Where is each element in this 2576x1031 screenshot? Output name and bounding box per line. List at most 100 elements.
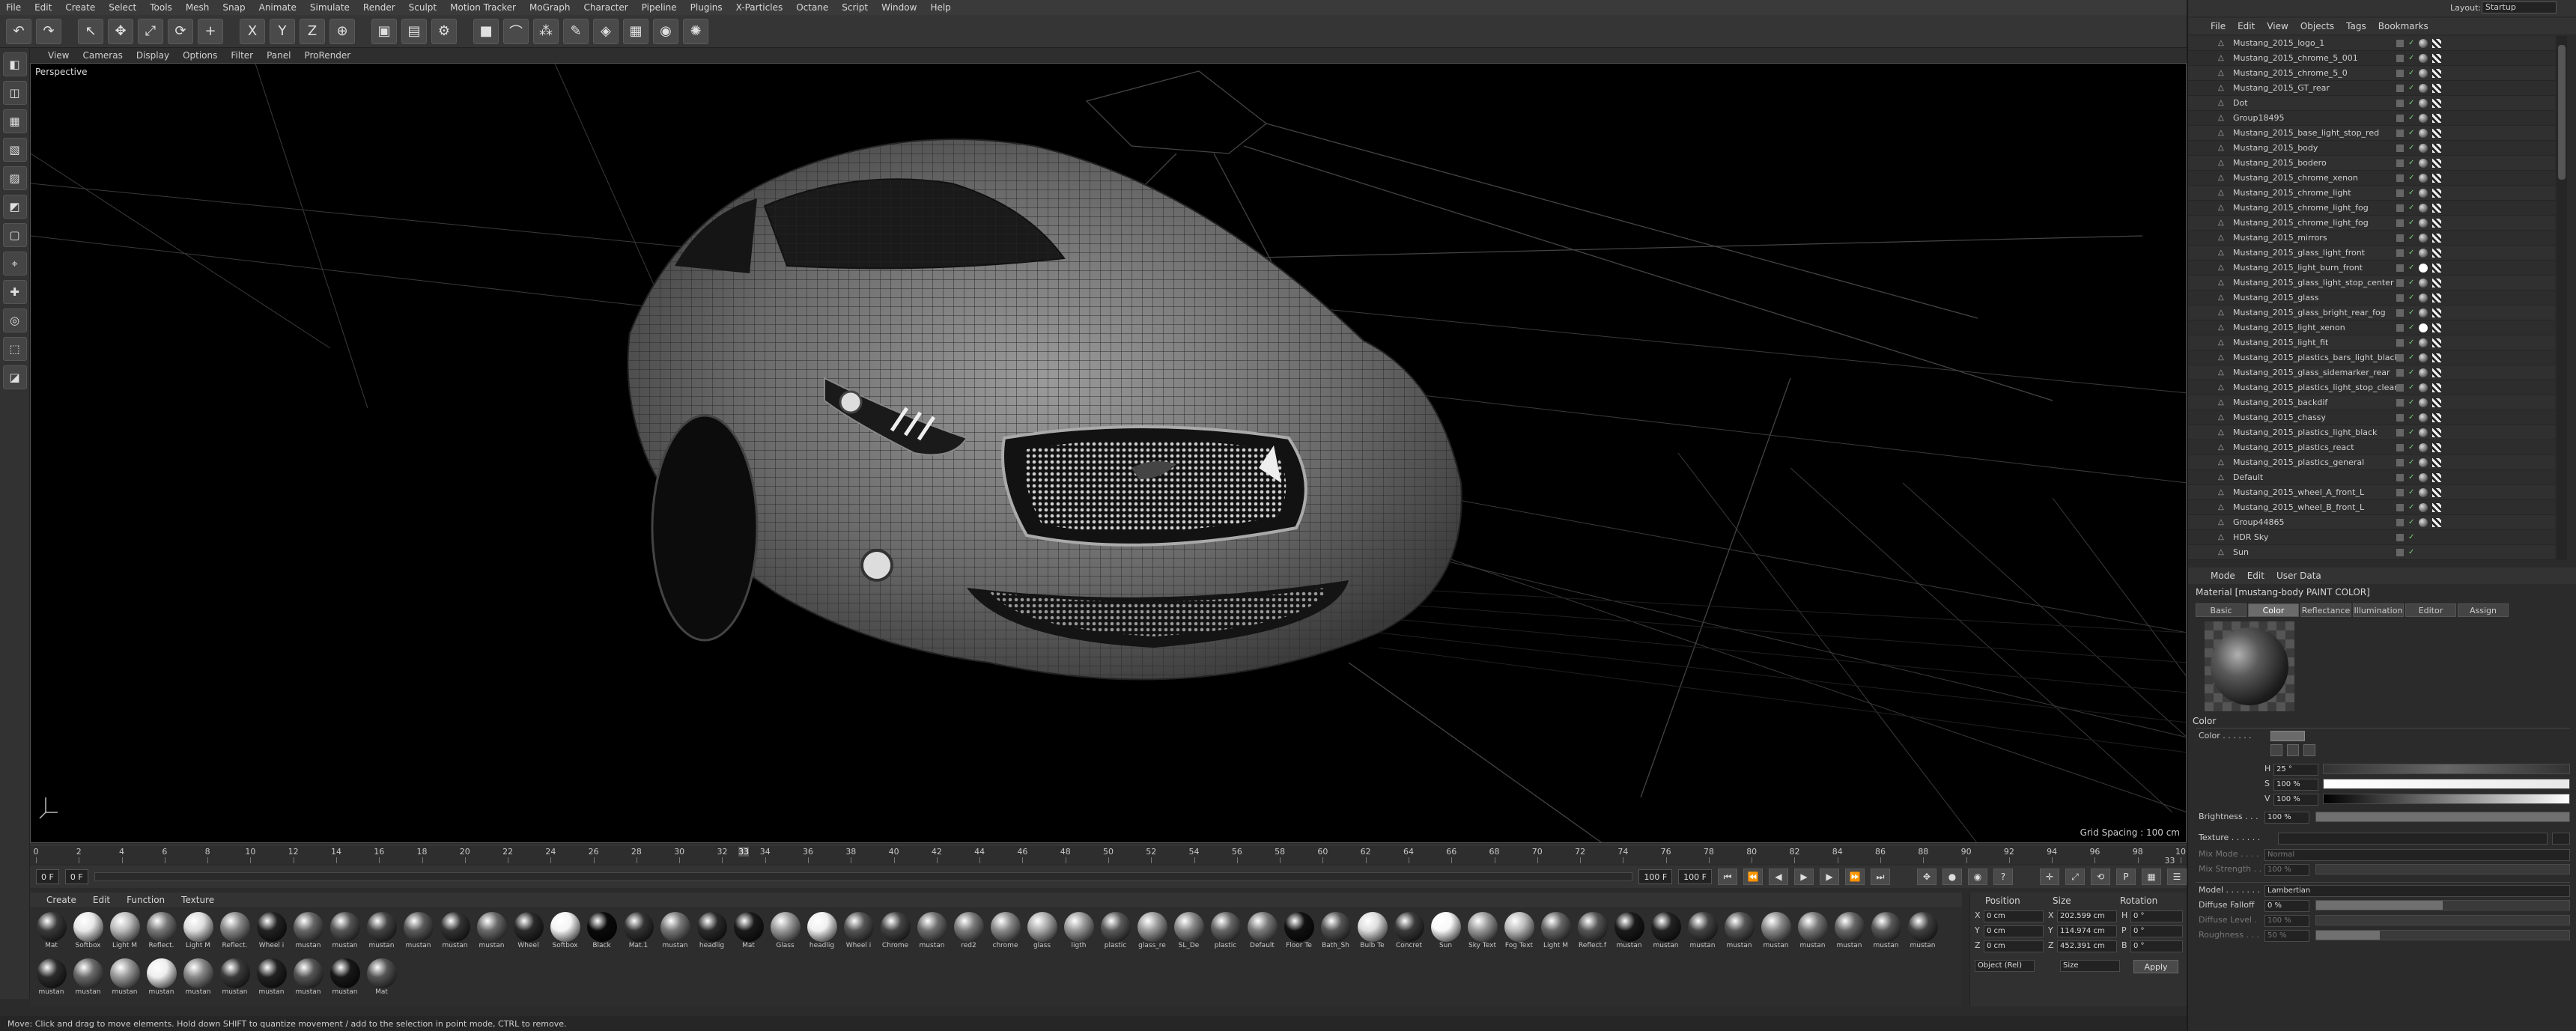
object-menu-edit[interactable]: Edit	[2238, 21, 2255, 31]
material-swatch[interactable]: mustan	[71, 958, 105, 1002]
material-swatch[interactable]: mustan	[145, 958, 178, 1002]
object-row[interactable]: △ Sun ✓	[2188, 545, 2555, 560]
material-tag-icon[interactable]	[2419, 368, 2428, 377]
visibility-check-icon[interactable]: ✓	[2408, 189, 2414, 197]
texture-tag-icon[interactable]	[2432, 517, 2442, 527]
rotation-field[interactable]: 0 °	[2130, 910, 2183, 922]
material-menu-function[interactable]: Function	[127, 895, 165, 905]
layer-icon[interactable]	[2396, 264, 2404, 272]
object-row[interactable]: △ Mustang_2015_light_fit ✓	[2188, 335, 2555, 350]
scale-key-icon[interactable]: ⤢	[2065, 869, 2085, 885]
menu-plugins[interactable]: Plugins	[690, 2, 723, 13]
visibility-check-icon[interactable]: ✓	[2408, 84, 2414, 92]
image-picker-icon[interactable]	[2303, 744, 2315, 756]
object-row[interactable]: △ HDR Sky ✓	[2188, 530, 2555, 545]
visibility-check-icon[interactable]: ✓	[2408, 368, 2414, 377]
layer-icon[interactable]	[2396, 189, 2404, 197]
menu-help[interactable]: Help	[930, 2, 950, 13]
visibility-check-icon[interactable]: ✓	[2408, 249, 2414, 257]
mode-tool-6-icon[interactable]: ▢	[2, 223, 27, 247]
mix-strength-slider[interactable]	[2315, 864, 2570, 875]
diffuse-level-slider[interactable]	[2315, 915, 2570, 925]
texture-tag-icon[interactable]	[2432, 98, 2442, 108]
material-swatch[interactable]: mustan	[34, 958, 68, 1002]
layer-icon[interactable]	[2396, 458, 2404, 466]
texture-tag-icon[interactable]	[2432, 113, 2442, 123]
material-swatch[interactable]: Concret	[1392, 912, 1426, 955]
move-icon[interactable]: ✥	[108, 18, 133, 44]
object-row[interactable]: △ Mustang_2015_glass_bright_rear_fog ✓	[2188, 305, 2555, 320]
object-row[interactable]: △ Mustang_2015_chrome_light_fog ✓	[2188, 216, 2555, 231]
bend-icon[interactable]: ⌒	[503, 18, 529, 44]
material-tag-icon[interactable]	[2419, 487, 2428, 497]
tab-assign[interactable]: Assign	[2458, 603, 2509, 617]
mode-tool-4-icon[interactable]: ▨	[2, 166, 27, 190]
material-tag-icon[interactable]	[2419, 517, 2428, 527]
rotate-icon[interactable]: ⟳	[168, 18, 193, 44]
layer-icon[interactable]	[2396, 99, 2404, 107]
material-swatch[interactable]: mustan	[365, 912, 398, 955]
texture-tag-icon[interactable]	[2432, 457, 2442, 467]
object-row[interactable]: △ Mustang_2015_logo_1 ✓	[2188, 36, 2555, 51]
diffuse-falloff-slider[interactable]	[2315, 900, 2570, 910]
texture-tag-icon[interactable]	[2432, 383, 2442, 392]
material-swatch[interactable]: ligth	[1062, 912, 1096, 955]
spectrum-icon[interactable]	[2287, 744, 2299, 756]
menu-tools[interactable]: Tools	[150, 2, 172, 13]
viewport-menu-filter[interactable]: Filter	[231, 50, 253, 61]
material-tag-icon[interactable]	[2419, 278, 2428, 288]
move-key-icon[interactable]: ✥	[1917, 869, 1936, 885]
viewport-menu-display[interactable]: Display	[136, 50, 169, 61]
visibility-check-icon[interactable]: ✓	[2408, 279, 2414, 287]
next-key-button[interactable]: ⏩	[1845, 869, 1865, 885]
layer-icon[interactable]	[2396, 144, 2404, 152]
material-tag-icon[interactable]	[2419, 293, 2428, 302]
x-axis-icon[interactable]: X	[240, 18, 265, 44]
texture-tag-icon[interactable]	[2432, 502, 2442, 512]
layer-icon[interactable]	[2396, 428, 2404, 437]
saturation-field[interactable]: 100 %	[2273, 779, 2318, 791]
cube-icon[interactable]: ■	[473, 18, 499, 44]
material-tag-icon[interactable]	[2419, 98, 2428, 108]
visibility-check-icon[interactable]: ✓	[2408, 443, 2414, 451]
object-row[interactable]: △ Mustang_2015_glass_sidemarker_rear ✓	[2188, 365, 2555, 380]
object-row[interactable]: △ Mustang_2015_glass_light_stop_center ✓	[2188, 276, 2555, 291]
material-tag-icon[interactable]	[2419, 158, 2428, 168]
timeline-settings-icon[interactable]: ☰	[2167, 869, 2187, 885]
pla-key-icon[interactable]: ▦	[2142, 869, 2161, 885]
material-swatch[interactable]: headlig	[695, 912, 729, 955]
material-swatch[interactable]: Floor Te	[1282, 912, 1316, 955]
visibility-check-icon[interactable]: ✓	[2408, 294, 2414, 302]
visibility-check-icon[interactable]: ✓	[2408, 144, 2414, 152]
size-field[interactable]: 452.391 cm	[2057, 940, 2117, 952]
texture-tag-icon[interactable]	[2432, 38, 2442, 48]
viewport-menu-options[interactable]: Options	[183, 50, 217, 61]
end-frame-field[interactable]: 100 F	[1678, 869, 1712, 884]
material-tag-icon[interactable]	[2419, 218, 2428, 228]
rotation-field[interactable]: 0 °	[2130, 925, 2183, 937]
layer-icon[interactable]	[2396, 219, 2404, 227]
visibility-check-icon[interactable]: ✓	[2408, 458, 2414, 466]
pen-icon[interactable]: ✎	[563, 18, 589, 44]
object-menu-view[interactable]: View	[2267, 21, 2288, 31]
play-button[interactable]: ▶	[1794, 869, 1814, 885]
menu-pipeline[interactable]: Pipeline	[642, 2, 677, 13]
object-row[interactable]: △ Mustang_2015_plastics_bars_light_black ✓	[2188, 350, 2555, 365]
material-swatch[interactable]: plastic	[1209, 912, 1242, 955]
material-menu-edit[interactable]: Edit	[93, 895, 110, 905]
material-tag-icon[interactable]	[2419, 38, 2428, 48]
model-dropdown[interactable]: Lambertian	[2264, 885, 2570, 897]
redo-icon[interactable]: ↷	[36, 18, 61, 44]
object-row[interactable]: △ Mustang_2015_chrome_light_fog ✓	[2188, 201, 2555, 216]
texture-tag-icon[interactable]	[2432, 338, 2442, 347]
visibility-check-icon[interactable]: ✓	[2408, 488, 2414, 496]
texture-tag-icon[interactable]	[2432, 173, 2442, 183]
material-swatch[interactable]: Default	[1245, 912, 1279, 955]
menu-render[interactable]: Render	[363, 2, 395, 13]
value-slider[interactable]	[2323, 794, 2570, 804]
material-tag-icon[interactable]	[2419, 68, 2428, 78]
object-menu-tags[interactable]: Tags	[2346, 21, 2366, 31]
z-axis-icon[interactable]: Z	[300, 18, 325, 44]
layer-icon[interactable]	[2396, 249, 2404, 257]
layer-icon[interactable]	[2396, 383, 2404, 392]
